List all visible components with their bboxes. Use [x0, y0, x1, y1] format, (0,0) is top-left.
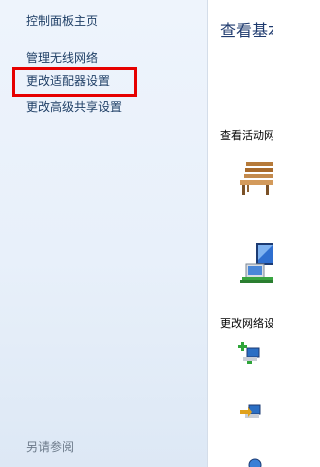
page-title: 查看基本	[220, 21, 273, 40]
park-bench-icon	[240, 162, 273, 195]
highlight-box	[12, 67, 137, 97]
add-connection-icon	[238, 342, 260, 364]
change-network-settings-label: 更改网络设	[220, 317, 273, 330]
connect-network-icon	[240, 404, 261, 418]
navigation-pane: 控制面板主页 管理无线网络 更改适配器设置 更改高级共享设置 另请参阅	[0, 0, 207, 467]
computer-network-icon	[240, 243, 273, 283]
manage-wireless-networks-link[interactable]: 管理无线网络	[26, 51, 98, 66]
see-also-label: 另请参阅	[26, 440, 75, 454]
control-panel-home-link[interactable]: 控制面板主页	[26, 14, 98, 29]
change-advanced-sharing-link[interactable]: 更改高级共享设置	[26, 100, 122, 115]
globe-icon	[248, 458, 262, 467]
active-networks-label: 查看活动网	[220, 129, 273, 142]
main-content: 查看基本 查看活动网 更改网络设	[208, 0, 273, 467]
